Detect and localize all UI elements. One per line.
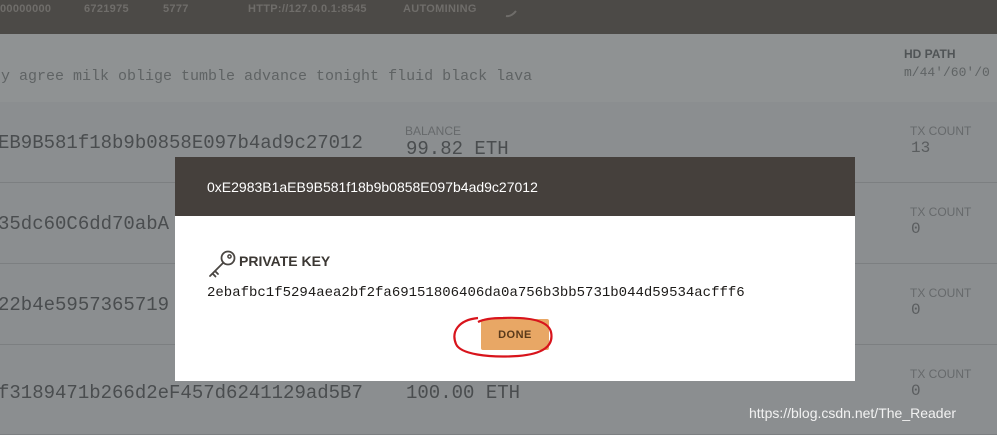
balance-label: BALANCE [405, 124, 462, 138]
modal-header: 0xE2983B1aEB9B581f18b9b0858E097b4ad9c270… [175, 157, 855, 216]
account-address: 35dc60C6dd70abA [0, 213, 170, 235]
private-key-label: PRIVATE KEY [239, 253, 331, 269]
gas-limit-value: 5777 [163, 3, 189, 15]
rpc-server-value: HTTP://127.0.0.1:8545 [248, 3, 367, 15]
hd-path-label: HD PATH [904, 47, 956, 61]
account-address: 22b4e5957365719 [0, 294, 170, 316]
tx-count-value: 13 [911, 139, 931, 157]
current-block-value: 00000000 [0, 3, 52, 15]
private-key-value: 2ebafbc1f5294aea2bf2fa69151806406da0a756… [207, 285, 745, 301]
tx-count-label: TX COUNT [910, 124, 972, 138]
key-icon [209, 250, 236, 278]
tx-count-label: TX COUNT [910, 286, 972, 300]
account-address: f3189471b266d2eF457d6241129ad5B7 [0, 382, 363, 404]
tx-count-value: 0 [911, 382, 921, 400]
account-address: EB9B581f18b9b0858E097b4ad9c27012 [0, 132, 363, 154]
modal-title-address: 0xE2983B1aEB9B581f18b9b0858E097b4ad9c270… [207, 179, 538, 195]
mnemonic-words: ey agree milk oblige tumble advance toni… [0, 68, 533, 85]
mining-status: AUTOMINING [403, 3, 477, 15]
tx-count-value: 0 [911, 220, 921, 238]
tx-count-value: 0 [911, 301, 921, 319]
status-bar: 00000000 6721975 5777 HTTP://127.0.0.1:8… [0, 0, 997, 34]
mining-spinner-icon [505, 10, 517, 18]
done-button[interactable]: DONE [481, 319, 549, 350]
balance-value: 100.00 ETH [406, 382, 521, 404]
hd-path-value: m/44'/60'/0 [904, 65, 990, 80]
tx-count-label: TX COUNT [910, 205, 972, 219]
tx-count-label: TX COUNT [910, 367, 972, 381]
mnemonic-panel: ey agree milk oblige tumble advance toni… [0, 34, 997, 102]
watermark: https://blog.csdn.net/The_Reader [749, 405, 957, 421]
private-key-modal: 0xE2983B1aEB9B581f18b9b0858E097b4ad9c270… [175, 157, 855, 381]
gas-price-value: 6721975 [84, 3, 129, 15]
